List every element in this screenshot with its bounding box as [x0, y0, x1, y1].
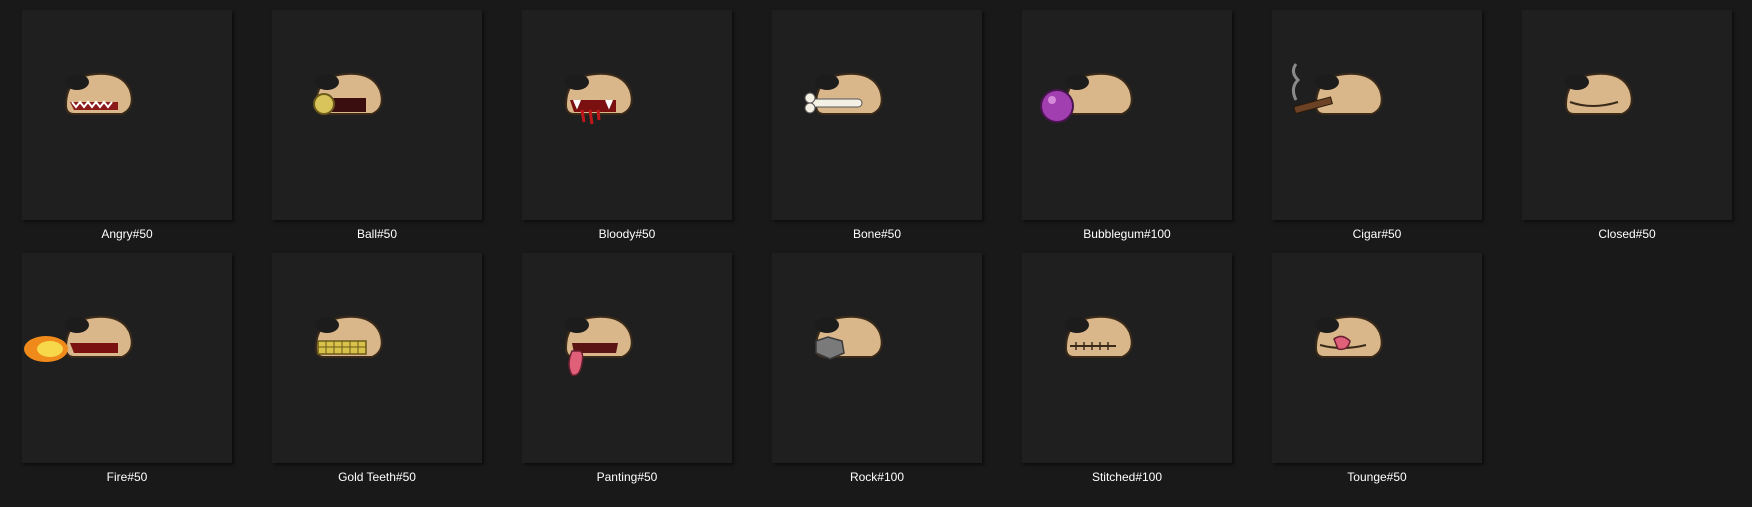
- closed-mouth-icon: [1564, 72, 1633, 115]
- ball-mouth-icon: [313, 72, 383, 115]
- file-name: Bloody#50: [598, 227, 656, 241]
- file-thumbnail[interactable]: [22, 253, 232, 463]
- file-thumbnail[interactable]: [1022, 10, 1232, 220]
- file-tile[interactable]: Stitched#100: [1000, 253, 1232, 493]
- file-name: Bone#50: [852, 227, 902, 241]
- file-thumbnail[interactable]: [772, 10, 982, 220]
- tounge-mouth-icon: [1314, 315, 1383, 358]
- file-thumbnail[interactable]: [272, 10, 482, 220]
- file-thumbnail[interactable]: [1272, 10, 1482, 220]
- bubblegum-mouth-icon: [1040, 72, 1133, 123]
- stitched-mouth-icon: [1064, 315, 1133, 358]
- file-tile[interactable]: Bloody#50: [500, 10, 732, 250]
- file-thumbnail[interactable]: [522, 253, 732, 463]
- file-name: Rock#100: [849, 470, 905, 484]
- file-name: Fire#50: [106, 470, 148, 484]
- angry-mouth-icon: [64, 72, 133, 115]
- file-grid: Angry#50 Ball#50 Bloody#50 Bone#50 Bubbl…: [0, 0, 1752, 507]
- panting-mouth-icon: [564, 315, 633, 376]
- fire-mouth-icon: [24, 315, 133, 362]
- file-tile[interactable]: Angry#50: [0, 10, 232, 250]
- file-tile[interactable]: Bone#50: [750, 10, 982, 250]
- file-tile[interactable]: Panting#50: [500, 253, 732, 493]
- file-thumbnail[interactable]: [772, 253, 982, 463]
- file-tile[interactable]: Rock#100: [750, 253, 982, 493]
- file-thumbnail[interactable]: [1022, 253, 1232, 463]
- rock-mouth-icon: [814, 315, 883, 360]
- file-tile[interactable]: Tounge#50: [1250, 253, 1482, 493]
- file-name: Ball#50: [356, 227, 398, 241]
- file-thumbnail[interactable]: [522, 10, 732, 220]
- file-tile[interactable]: Closed#50: [1500, 10, 1732, 250]
- gold-teeth-mouth-icon: [314, 315, 383, 358]
- file-name: Tounge#50: [1347, 470, 1407, 484]
- bone-mouth-icon: [804, 72, 883, 115]
- file-thumbnail[interactable]: [1522, 10, 1732, 220]
- file-name: Angry#50: [101, 227, 153, 241]
- file-thumbnail[interactable]: [1272, 253, 1482, 463]
- file-name: Closed#50: [1598, 227, 1656, 241]
- file-name: Cigar#50: [1352, 227, 1402, 241]
- file-tile[interactable]: Cigar#50: [1250, 10, 1482, 250]
- file-tile[interactable]: Gold Teeth#50: [250, 253, 482, 493]
- bloody-mouth-icon: [564, 72, 633, 125]
- file-name: Stitched#100: [1091, 470, 1163, 484]
- file-tile[interactable]: Ball#50: [250, 10, 482, 250]
- file-tile[interactable]: Fire#50: [0, 253, 232, 493]
- file-thumbnail[interactable]: [22, 10, 232, 220]
- file-thumbnail[interactable]: [272, 253, 482, 463]
- cigar-mouth-icon: [1291, 63, 1383, 115]
- file-name: Panting#50: [596, 470, 658, 484]
- file-tile[interactable]: Bubblegum#100: [1000, 10, 1232, 250]
- file-name: Bubblegum#100: [1083, 227, 1171, 241]
- file-name: Gold Teeth#50: [338, 470, 416, 484]
